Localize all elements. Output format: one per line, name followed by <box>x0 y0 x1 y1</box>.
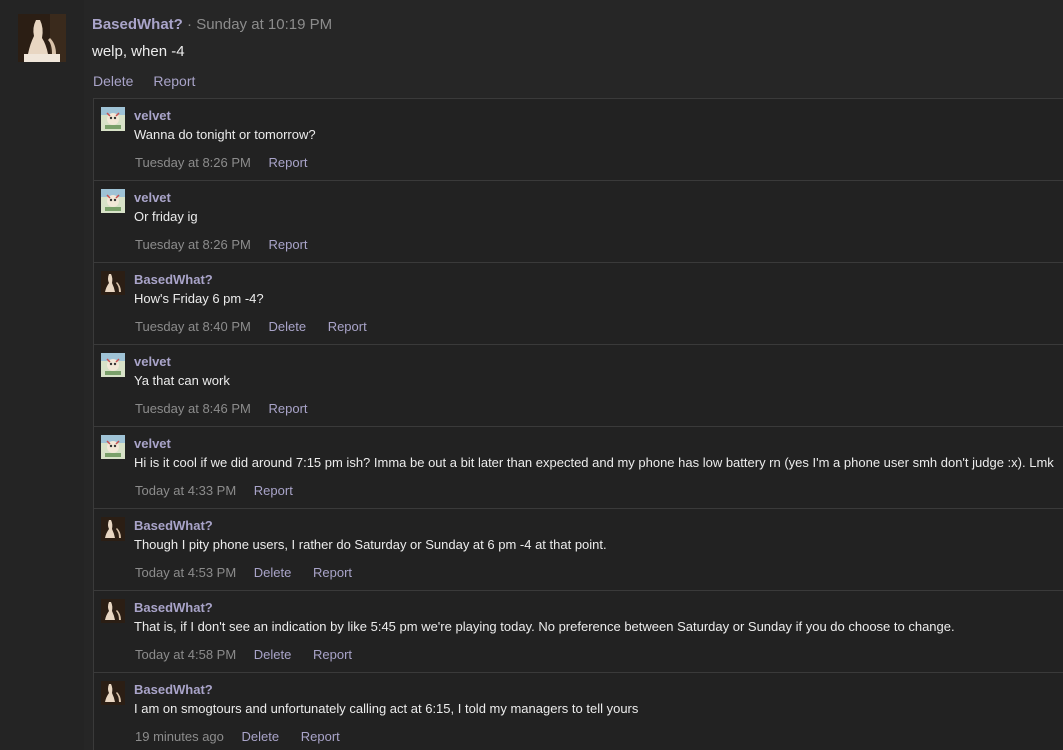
post-actions: Delete Report <box>93 73 211 89</box>
comment-time[interactable]: Tuesday at 8:46 PM <box>135 401 251 416</box>
comment-time[interactable]: 19 minutes ago <box>135 729 224 744</box>
basedwhat-avatar-image <box>101 681 125 705</box>
delete-button[interactable]: Delete <box>242 729 280 744</box>
comment-meta: Today at 4:33 PM Report <box>135 483 311 498</box>
post-author[interactable]: BasedWhat? <box>92 16 183 33</box>
comment-text: I am on smogtours and unfortunately call… <box>134 701 639 716</box>
report-button[interactable]: Report <box>268 155 307 170</box>
comment-author[interactable]: velvet <box>134 108 171 123</box>
comment-author[interactable]: BasedWhat? <box>134 272 213 287</box>
velvet-avatar-image <box>101 353 125 377</box>
profile-post: BasedWhat? · Sunday at 10:19 PM welp, wh… <box>84 0 1063 750</box>
comment-item: velvet Hi is it cool if we did around 7:… <box>94 427 1063 509</box>
comment-author[interactable]: velvet <box>134 354 171 369</box>
comment-meta: Today at 4:58 PM Delete Report <box>135 647 370 662</box>
velvet-avatar[interactable] <box>101 353 125 377</box>
basedwhat-avatar-image <box>101 271 125 295</box>
comment-text: Hi is it cool if we did around 7:15 pm i… <box>134 455 1054 470</box>
comment-author[interactable]: BasedWhat? <box>134 682 213 697</box>
comment-item: BasedWhat? Though I pity phone users, I … <box>94 509 1063 591</box>
comment-text: Ya that can work <box>134 373 230 388</box>
comment-time[interactable]: Tuesday at 8:26 PM <box>135 237 251 252</box>
report-button[interactable]: Report <box>313 647 352 662</box>
comment-author[interactable]: velvet <box>134 190 171 205</box>
report-button[interactable]: Report <box>301 729 340 744</box>
post-header: BasedWhat? · Sunday at 10:19 PM <box>92 16 332 33</box>
comment-time[interactable]: Tuesday at 8:40 PM <box>135 319 251 334</box>
delete-button[interactable]: Delete <box>93 73 133 89</box>
comment-item: BasedWhat? How's Friday 6 pm -4? Tuesday… <box>94 263 1063 345</box>
comment-meta: Today at 4:53 PM Delete Report <box>135 565 370 580</box>
velvet-avatar-image <box>101 107 125 131</box>
report-button[interactable]: Report <box>254 483 293 498</box>
comment-author[interactable]: BasedWhat? <box>134 518 213 533</box>
comment-item: BasedWhat? That is, if I don't see an in… <box>94 591 1063 673</box>
report-button[interactable]: Report <box>153 73 195 89</box>
basedwhat-avatar-image <box>101 517 125 541</box>
report-button[interactable]: Report <box>268 237 307 252</box>
comment-text: Though I pity phone users, I rather do S… <box>134 537 607 552</box>
basedwhat-avatar-image <box>101 599 125 623</box>
report-button[interactable]: Report <box>328 319 367 334</box>
left-gutter <box>0 0 85 750</box>
report-button[interactable]: Report <box>268 401 307 416</box>
comment-time[interactable]: Today at 4:58 PM <box>135 647 236 662</box>
basedwhat-avatar-image <box>18 14 66 62</box>
delete-button[interactable]: Delete <box>254 647 292 662</box>
comment-author[interactable]: velvet <box>134 436 171 451</box>
report-button[interactable]: Report <box>313 565 352 580</box>
velvet-avatar-image <box>101 435 125 459</box>
comment-time[interactable]: Today at 4:33 PM <box>135 483 236 498</box>
comment-text: That is, if I don't see an indication by… <box>134 619 955 634</box>
velvet-avatar-image <box>101 189 125 213</box>
comment-item: velvet Ya that can work Tuesday at 8:46 … <box>94 345 1063 427</box>
comment-meta: Tuesday at 8:46 PM Report <box>135 401 326 416</box>
comment-text: How's Friday 6 pm -4? <box>134 291 264 306</box>
comment-meta: Tuesday at 8:26 PM Report <box>135 237 326 252</box>
comment-time[interactable]: Tuesday at 8:26 PM <box>135 155 251 170</box>
comment-item: velvet Wanna do tonight or tomorrow? Tue… <box>94 99 1063 181</box>
post-time[interactable]: Sunday at 10:19 PM <box>196 16 332 33</box>
comment-time[interactable]: Today at 4:53 PM <box>135 565 236 580</box>
comment-meta: 19 minutes ago Delete Report <box>135 729 358 744</box>
velvet-avatar[interactable] <box>101 189 125 213</box>
velvet-avatar[interactable] <box>101 107 125 131</box>
delete-button[interactable]: Delete <box>268 319 306 334</box>
comment-meta: Tuesday at 8:40 PM Delete Report <box>135 319 385 334</box>
comment-item: BasedWhat? I am on smogtours and unfortu… <box>94 673 1063 750</box>
delete-button[interactable]: Delete <box>254 565 292 580</box>
basedwhat-avatar[interactable] <box>18 14 66 62</box>
profile-post-page: BasedWhat? · Sunday at 10:19 PM welp, wh… <box>0 0 1063 750</box>
basedwhat-avatar[interactable] <box>101 681 125 705</box>
basedwhat-avatar[interactable] <box>101 271 125 295</box>
velvet-avatar[interactable] <box>101 435 125 459</box>
basedwhat-avatar[interactable] <box>101 599 125 623</box>
post-separator: · <box>187 16 193 33</box>
basedwhat-avatar[interactable] <box>101 517 125 541</box>
comment-author[interactable]: BasedWhat? <box>134 600 213 615</box>
comment-text: Or friday ig <box>134 209 198 224</box>
comment-meta: Tuesday at 8:26 PM Report <box>135 155 326 170</box>
post-body: welp, when -4 <box>92 43 185 60</box>
comment-list: velvet Wanna do tonight or tomorrow? Tue… <box>93 98 1063 750</box>
comment-item: velvet Or friday ig Tuesday at 8:26 PM R… <box>94 181 1063 263</box>
comment-text: Wanna do tonight or tomorrow? <box>134 127 316 142</box>
